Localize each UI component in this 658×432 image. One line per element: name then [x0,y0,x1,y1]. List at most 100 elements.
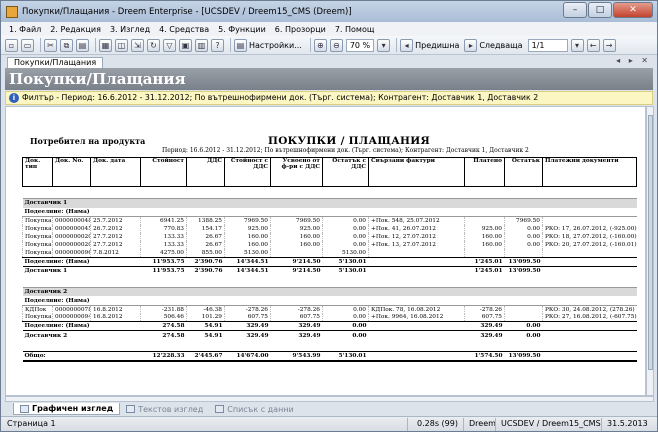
cell-col-1: 0000000078 [52,305,91,314]
column-header: Док. No. [52,157,91,187]
cell-col-3: 133.33 [140,241,187,250]
maximize-button[interactable]: □ [588,2,612,18]
cell-col-0: Доставчик 1 [22,198,637,208]
column-header: Платено [464,157,505,187]
previous-page-button[interactable]: ◂ Предишна [400,38,459,52]
new-icon[interactable]: ▫ [5,38,18,52]
zoom-out-icon[interactable]: ⊖ [329,38,343,52]
menu-edit[interactable]: 2. Редакция [50,25,101,34]
supplier-group-row: Доставчик 2 [22,286,637,297]
cell-col-4: 54.91 [186,321,225,331]
text-view-icon [126,405,136,413]
table-row: Покупка 0000000094 16.8.2012 506.46 101.29 60… [22,313,637,322]
columns-icon[interactable]: ▥ [195,38,208,52]
cell-col-8: +Пок. 13, 27.07.2012 [368,241,465,250]
report-table: Док. тип Док. No. Док. дата Стойност ДДС Стой… [22,157,637,362]
cell-col-4: 54.91 [186,330,225,340]
next-page-button[interactable]: ▸ Следваща [464,38,523,52]
cell-col-0: Общо: [22,351,141,362]
cell-col-5: 14'674.00 [224,351,271,362]
cell-col-0: Покупка [22,216,53,225]
vertical-scrollbar[interactable] [646,106,654,396]
cell-col-0: Подеелние: (Няма) [22,321,141,331]
cell-col-9 [464,249,505,258]
tab-data-list[interactable]: Списък с данни [209,403,299,415]
table-row: Покупка 0000000020 27.7.2012 133.33 26.67 160… [22,232,637,242]
cell-col-0: Покупка [22,313,53,322]
cell-col-11: РКО: 17, 26.07.2012, (-925.00) (търг. ка… [542,224,637,233]
menu-help[interactable]: 7. Помощ [335,25,375,34]
page-select[interactable]: 1/1 [527,38,568,52]
cell-col-0: Доставчик 1 [22,265,141,276]
minimize-button[interactable]: – [563,2,587,18]
tab-text-view[interactable]: Текстов изглед [120,403,209,415]
cell-col-1: 0000000020 [52,241,91,250]
cell-col-0: Доставчик 2 [22,330,141,340]
subdivision-row: Подеелние: (Няма) [22,207,637,217]
cell-col-10: 0.00 [504,321,543,331]
cell-col-3: -231.88 [140,305,187,314]
cell-col-9: 1'574.50 [464,351,505,362]
cell-col-10: 13'099.50 [504,256,543,267]
refresh-icon[interactable]: ↻ [147,38,160,52]
open-icon[interactable]: ▭ [21,38,34,52]
cell-col-6: 160.00 [270,232,323,242]
subtotal-row: Подеелние: (Няма) 11'953.75 2'390.76 14'344… [22,256,637,267]
menu-file[interactable]: 1. Файл [9,25,41,34]
cell-col-8: КДПок. 78, 16.08.2012 [368,305,465,314]
cell-col-3: 12'228.33 [140,351,187,362]
table-row: Покупка 0000000048 25.7.2012 6941.25 1388.25… [22,216,637,225]
cell-col-6: 329.49 [270,321,323,331]
back-arrow-icon[interactable]: ← [586,38,600,52]
cell-col-1: 0000000020 [52,232,91,242]
forward-arrow-icon[interactable]: → [602,38,616,52]
column-header: Платежни документи [542,157,637,187]
close-button[interactable]: ✕ [613,2,653,18]
zoom-select[interactable]: 70 % [345,38,375,52]
cell-col-2: 7.8.2012 [90,249,141,258]
cell-col-5: 14'344.51 [224,265,271,276]
cell-col-9: 607.75 [464,313,505,322]
cell-col-1: 0000000096 [52,249,91,258]
cell-col-5: 329.49 [224,321,271,331]
help-icon[interactable]: ? [211,38,224,52]
settings-button[interactable]: ▤ Настройки... [234,38,302,52]
paste-icon[interactable]: ▤ [76,38,89,52]
subtotal-row: Подеелние: (Няма) 274.58 54.91 329.49 329.49… [22,321,637,331]
filter-icon[interactable]: ▽ [163,38,176,52]
copy-icon[interactable]: ⧉ [60,38,73,52]
cell-col-0: Подеелние: (Няма) [22,296,637,306]
menu-windows[interactable]: 6. Прозорци [275,25,326,34]
cut-icon[interactable]: ✂ [44,38,57,52]
cell-col-2: 26.7.2012 [90,224,141,233]
zoom-in-icon[interactable]: ⊕ [313,38,327,52]
cell-col-7: 5'130.01 [322,351,369,362]
print-icon[interactable]: ▦ [99,38,112,52]
print-preview-icon[interactable]: ◫ [115,38,128,52]
cell-col-0: Покупка [22,224,53,233]
menu-tools[interactable]: 4. Средства [159,25,209,34]
page-dropdown-icon[interactable]: ▾ [570,38,584,52]
cell-col-7: 0.00 [322,216,369,225]
cell-col-8 [368,249,465,258]
zoom-dropdown-icon[interactable]: ▾ [377,38,391,52]
menu-view[interactable]: 3. Изглед [110,25,150,34]
filter-bar: i Филтър - Период: 16.6.2012 - 31.12.201… [5,91,653,105]
status-db: UCSDEV / Dreem15_CMS [501,419,601,428]
export-icon[interactable]: ⇲ [131,38,144,52]
cell-col-11 [542,249,637,258]
cell-col-11: РКО: 20, 27.07.2012, (-160.01) (търг. ка… [542,241,637,250]
scroll-thumb[interactable] [648,115,653,370]
grid-icon[interactable]: ▣ [179,38,192,52]
cell-col-9: 1'245.01 [464,256,505,267]
cell-col-0: Подеелние: (Няма) [22,207,637,217]
cell-col-3: 133.33 [140,232,187,242]
tab-controls[interactable]: ◂ ▸ ✕ [616,56,651,65]
menu-functions[interactable]: 5. Функции [218,25,266,34]
tab-graphic-view[interactable]: Графичен изглед [13,403,121,415]
cell-col-6: 9'543.99 [270,351,323,362]
cell-col-3: 274.58 [140,330,187,340]
status-app: Dreem [469,419,496,428]
cell-col-7: 5'130.01 [322,256,369,267]
table-row: Покупка 0000000096 7.8.2012 4275.00 855.00 51… [22,249,637,258]
